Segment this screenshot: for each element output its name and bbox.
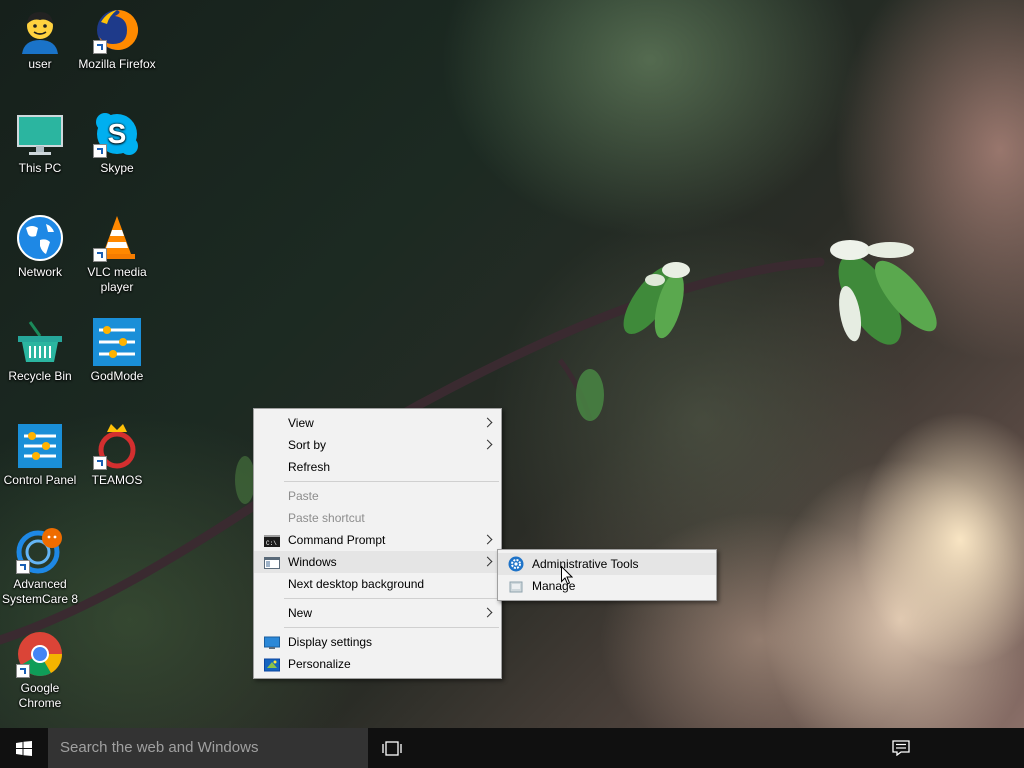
desktop-icon-recycle-bin[interactable]: Recycle Bin bbox=[0, 312, 80, 384]
menu-item-label: Display settings bbox=[288, 635, 373, 649]
menu-item-label: Paste bbox=[288, 489, 319, 503]
window-icon bbox=[264, 555, 280, 569]
task-view-button[interactable] bbox=[372, 728, 412, 768]
desktop-icon-google-chrome[interactable]: Google Chrome bbox=[0, 624, 80, 711]
vlc-cone-icon bbox=[93, 214, 141, 262]
search-placeholder: Search the web and Windows bbox=[60, 739, 259, 756]
menu-item-new[interactable]: New bbox=[254, 602, 501, 624]
monitor-icon bbox=[16, 110, 64, 158]
desktop-icon-user[interactable]: user bbox=[0, 0, 80, 72]
desktop-icon-label: Control Panel bbox=[3, 473, 77, 487]
menu-item-label: Windows bbox=[288, 555, 337, 569]
shortcut-arrow-icon bbox=[93, 40, 107, 54]
shortcut-arrow-icon bbox=[93, 456, 107, 470]
desktop-icon-label: VLC media player bbox=[87, 265, 147, 294]
personalize-icon bbox=[264, 657, 280, 672]
start-button[interactable] bbox=[0, 728, 48, 768]
firefox-icon bbox=[93, 6, 141, 54]
menu-separator bbox=[284, 627, 499, 628]
desktop-icon-label: Google Chrome bbox=[18, 681, 62, 710]
desktop-icon-vlc[interactable]: VLC media player bbox=[77, 208, 157, 295]
desktop-icon-this-pc[interactable]: This PC bbox=[0, 104, 80, 176]
desktop-icon-skype[interactable]: S Skype bbox=[77, 104, 157, 176]
menu-item-refresh[interactable]: Refresh bbox=[254, 456, 501, 478]
windows-submenu: Administrative Tools Manage bbox=[497, 549, 717, 601]
menu-item-label: Paste shortcut bbox=[288, 511, 365, 525]
menu-separator bbox=[284, 481, 499, 482]
menu-item-paste-shortcut[interactable]: Paste shortcut bbox=[254, 507, 501, 529]
menu-separator bbox=[284, 598, 499, 599]
globe-icon bbox=[16, 214, 64, 262]
menu-item-label: Refresh bbox=[288, 460, 331, 474]
menu-item-label: New bbox=[288, 606, 313, 620]
menu-item-label: Personalize bbox=[288, 657, 351, 671]
chevron-right-icon bbox=[482, 556, 493, 567]
skype-icon: S bbox=[93, 110, 141, 158]
menu-item-personalize[interactable]: Personalize bbox=[254, 653, 501, 675]
command-prompt-icon: C:\ bbox=[264, 533, 280, 547]
desktop-icon-label: Network bbox=[17, 265, 62, 279]
desktop-icon-label: This PC bbox=[18, 161, 62, 175]
svg-text:S: S bbox=[108, 118, 127, 149]
desktop-icon-teamos[interactable]: TEAMOS bbox=[77, 416, 157, 488]
control-panel-icon bbox=[16, 422, 64, 470]
shortcut-arrow-icon bbox=[16, 664, 30, 678]
menu-item-label: Sort by bbox=[288, 438, 327, 452]
chevron-right-icon bbox=[482, 534, 493, 545]
teamos-icon bbox=[93, 422, 141, 470]
desktop-icon-network[interactable]: Network bbox=[0, 208, 80, 280]
menu-item-windows[interactable]: Windows bbox=[254, 551, 501, 573]
mouse-pointer-icon bbox=[561, 565, 574, 588]
chevron-right-icon bbox=[482, 417, 493, 428]
search-box[interactable]: Search the web and Windows bbox=[48, 728, 368, 768]
shortcut-arrow-icon bbox=[93, 248, 107, 262]
submenu-item-label: Administrative Tools bbox=[532, 557, 639, 571]
menu-item-label: Command Prompt bbox=[288, 533, 386, 547]
svg-text:C:\: C:\ bbox=[266, 540, 277, 547]
computer-management-icon bbox=[508, 579, 524, 593]
taskbar: Search the web and Windows bbox=[0, 728, 1024, 768]
task-view-icon bbox=[382, 741, 402, 759]
desktop-icon-label: user bbox=[28, 57, 52, 71]
desktop-icon-label: Recycle Bin bbox=[8, 369, 72, 383]
shortcut-arrow-icon bbox=[93, 144, 107, 158]
menu-item-sort-by[interactable]: Sort by bbox=[254, 434, 501, 456]
desktop-icon-label: Skype bbox=[100, 161, 134, 175]
desktop-icon-label: Mozilla Firefox bbox=[78, 57, 156, 71]
chevron-right-icon bbox=[482, 607, 493, 618]
display-icon bbox=[264, 635, 280, 649]
desktop-icon-label: GodMode bbox=[90, 369, 144, 383]
action-center-button[interactable] bbox=[880, 728, 920, 768]
gear-icon bbox=[508, 556, 524, 572]
menu-item-display-settings[interactable]: Display settings bbox=[254, 631, 501, 653]
menu-item-command-prompt[interactable]: C:\ Command Prompt bbox=[254, 529, 501, 551]
desktop-icon-label: TEAMOS bbox=[91, 473, 143, 487]
submenu-item-manage[interactable]: Manage bbox=[498, 575, 716, 597]
godmode-icon bbox=[93, 318, 141, 366]
menu-item-next-desktop-background[interactable]: Next desktop background bbox=[254, 573, 501, 595]
desktop-icon-label: Advanced SystemCare 8 bbox=[1, 577, 79, 606]
desktop-icon-godmode[interactable]: GodMode bbox=[77, 312, 157, 384]
shortcut-arrow-icon bbox=[16, 560, 30, 574]
menu-item-label: Next desktop background bbox=[288, 577, 425, 591]
menu-item-label: View bbox=[288, 416, 314, 430]
menu-item-paste[interactable]: Paste bbox=[254, 485, 501, 507]
submenu-item-administrative-tools[interactable]: Administrative Tools bbox=[498, 553, 716, 575]
recycle-bin-icon bbox=[16, 318, 64, 366]
user-icon bbox=[16, 6, 64, 54]
desktop-icon-control-panel[interactable]: Control Panel bbox=[0, 416, 80, 488]
windows-logo-icon bbox=[16, 741, 32, 759]
menu-item-view[interactable]: View bbox=[254, 412, 501, 434]
advanced-systemcare-icon bbox=[16, 526, 64, 574]
desktop-context-menu: View Sort by Refresh Paste Paste shortcu… bbox=[253, 408, 502, 679]
notification-icon bbox=[892, 740, 910, 759]
chevron-right-icon bbox=[482, 439, 493, 450]
desktop-icon-advanced-systemcare[interactable]: Advanced SystemCare 8 bbox=[0, 520, 80, 607]
desktop-icon-mozilla-firefox[interactable]: Mozilla Firefox bbox=[77, 0, 157, 72]
chrome-icon bbox=[16, 630, 64, 678]
